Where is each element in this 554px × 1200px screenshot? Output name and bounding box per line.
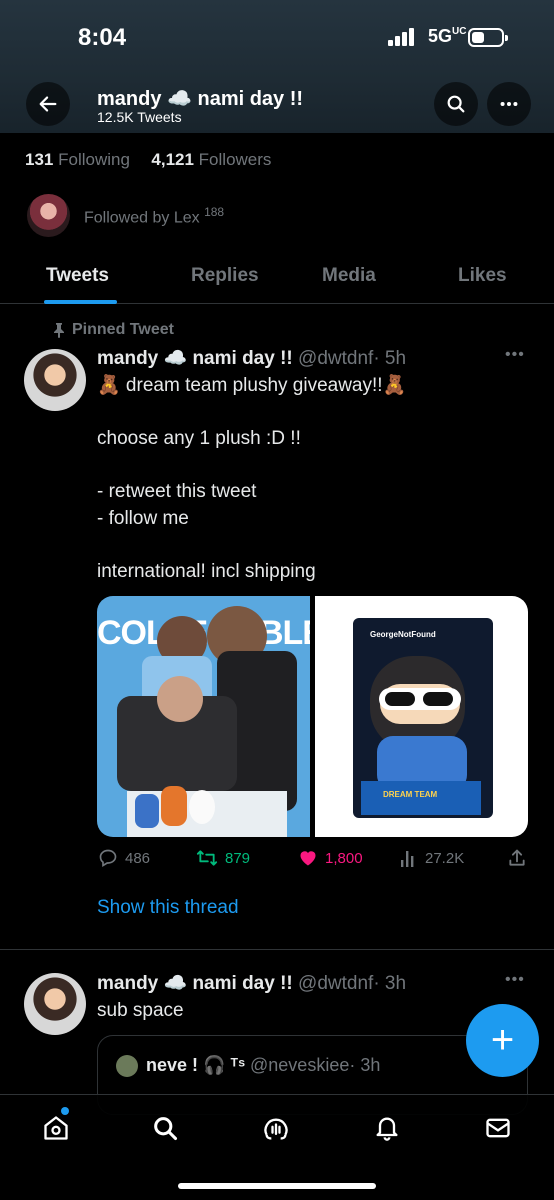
divider <box>0 949 554 950</box>
share-button[interactable] <box>507 848 527 868</box>
back-button[interactable] <box>26 82 70 126</box>
avatar <box>116 1055 138 1077</box>
nav-notifications[interactable] <box>372 1113 402 1143</box>
views-icon <box>401 851 414 867</box>
media-box-text: DREAM TEAM <box>383 790 438 799</box>
nav-spaces[interactable] <box>261 1113 291 1143</box>
tweet-text: 🧸 dream team plushy giveaway!!🧸 choose a… <box>97 375 407 582</box>
more-icon <box>500 101 518 107</box>
signal-icon <box>388 28 416 46</box>
network-label: 5GUC <box>428 26 467 46</box>
search-icon <box>154 1117 178 1141</box>
following-link[interactable]: 131 Following <box>25 150 130 169</box>
arrow-left-icon <box>39 96 57 112</box>
media-image-right[interactable]: GeorgeNotFound DREAM TEAM <box>315 596 528 837</box>
clock: 8:04 <box>78 24 127 51</box>
tab-tweets[interactable]: Tweets <box>46 265 109 287</box>
media-image-left[interactable]: COLLECTIBLE <box>97 596 310 837</box>
notification-dot <box>61 1107 69 1115</box>
search-button[interactable] <box>434 82 478 126</box>
avatar <box>27 194 70 237</box>
retweet-icon <box>196 850 218 866</box>
pin-icon <box>54 323 64 338</box>
profile-banner: 8:04 5GUC mandy ☁️ nami day !! 12.5K Twe… <box>0 0 554 133</box>
profile-tabs: Tweets Replies Media Likes <box>0 255 554 304</box>
followed-by-extra: 188 <box>204 205 225 219</box>
tweet-media[interactable]: COLLECTIBLE GeorgeNotFound DREAM TEAM <box>97 596 528 837</box>
compose-button[interactable]: + <box>466 1004 539 1077</box>
tweet-count: 12.5K Tweets <box>97 109 182 125</box>
nav-search[interactable] <box>150 1113 180 1143</box>
reply-button[interactable]: 486 <box>98 848 150 868</box>
tab-replies[interactable]: Replies <box>191 265 259 287</box>
quote-author: neve ! 🎧 ᵀˢ @neveskiee· 3h <box>146 1055 381 1075</box>
nav-home[interactable] <box>41 1107 71 1143</box>
follow-stats: 131 Following 4,121 Followers <box>25 150 271 170</box>
tab-media[interactable]: Media <box>322 265 376 287</box>
mail-icon <box>486 1118 510 1138</box>
reply-icon <box>99 849 117 867</box>
media-brand-text: GeorgeNotFound <box>370 630 436 639</box>
nav-messages[interactable] <box>483 1113 513 1143</box>
show-thread-link[interactable]: Show this thread <box>97 897 239 919</box>
bell-icon <box>376 1117 398 1141</box>
followers-link[interactable]: 4,121 Followers <box>151 150 271 169</box>
followed-by-text: Followed by Lex <box>84 209 200 227</box>
views-button[interactable]: 27.2K <box>400 848 464 868</box>
battery-icon <box>468 28 508 47</box>
tab-likes[interactable]: Likes <box>458 265 507 287</box>
more-options-button[interactable] <box>487 82 531 126</box>
share-icon <box>509 849 525 866</box>
tweet-author[interactable]: mandy ☁️ nami day !! @dwtdnf· 5h <box>97 346 406 370</box>
like-button[interactable]: 1,800 <box>298 848 363 868</box>
tweet-more-icon[interactable]: ••• <box>505 971 525 989</box>
retweet-button[interactable]: 879 <box>196 848 250 868</box>
tweet-text: sub space <box>97 1000 184 1021</box>
status-bar: 8:04 5GUC <box>0 0 554 72</box>
spaces-icon <box>264 1118 288 1140</box>
plus-icon: + <box>490 1018 515 1062</box>
header-name: mandy ☁️ nami day !! <box>97 88 304 110</box>
home-icon <box>44 1116 68 1140</box>
avatar[interactable] <box>24 349 86 411</box>
active-tab-indicator <box>44 300 117 304</box>
tweet-actions: 486 879 1,800 27.2K <box>0 848 554 872</box>
search-icon <box>447 95 465 113</box>
avatar[interactable] <box>24 973 86 1035</box>
tweet-author[interactable]: mandy ☁️ nami day !! @dwtdnf· 3h <box>97 971 406 995</box>
tweet-more-icon[interactable]: ••• <box>505 346 525 364</box>
heart-icon <box>300 851 316 866</box>
pinned-label: Pinned Tweet <box>54 321 174 339</box>
home-indicator <box>178 1183 376 1189</box>
